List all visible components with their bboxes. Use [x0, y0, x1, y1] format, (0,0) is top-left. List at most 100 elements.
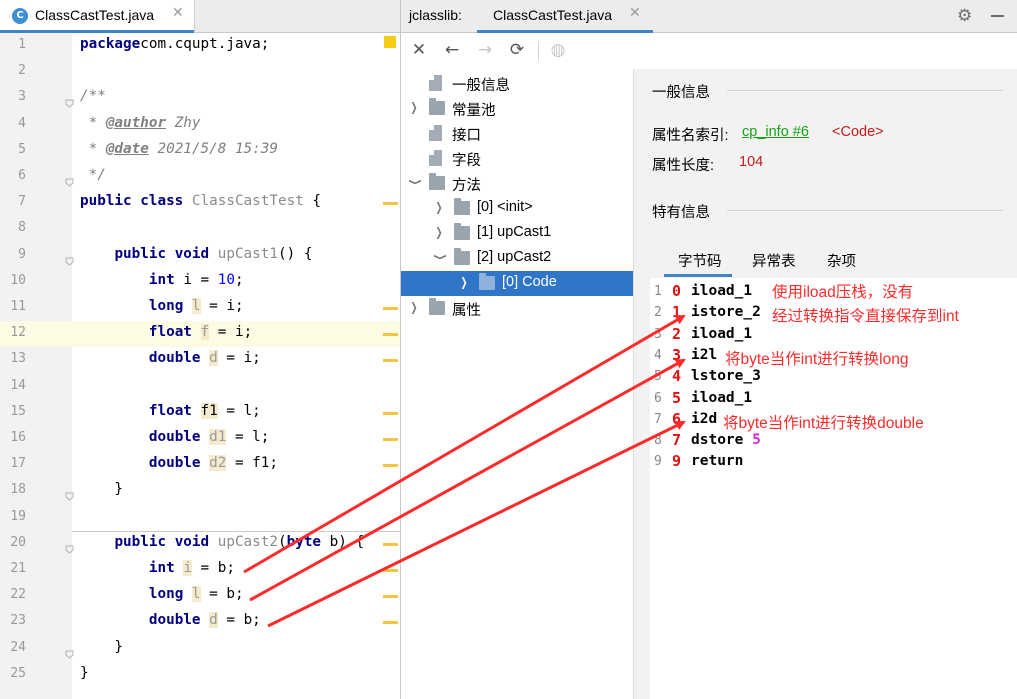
jclasslib-tab-classcasttest[interactable]: ClassCastTest.java ✕	[477, 0, 653, 33]
tree-node-label: 方法	[452, 178, 481, 194]
code-token: = i;	[217, 350, 261, 367]
code-line[interactable]: 9 public void upCast1() {	[0, 243, 400, 269]
code-line[interactable]: 14	[0, 374, 400, 400]
warning-stripe-marker[interactable]	[383, 569, 398, 572]
line-number: 23	[10, 613, 26, 629]
warning-stripe-marker[interactable]	[383, 621, 398, 625]
code-line[interactable]: 1 packagecom.cqupt.java;	[0, 33, 400, 59]
code-line[interactable]: 19	[0, 505, 400, 531]
code-token: = b;	[217, 612, 261, 629]
code-line[interactable]: 5 * @date 2021/5/8 15:39	[0, 138, 400, 164]
code-line[interactable]: 21 int i = b;	[0, 557, 400, 583]
tab-exception-table[interactable]: 异常表	[752, 250, 796, 271]
tree-node[interactable]: ❮ 方法	[401, 171, 633, 196]
cp-info-link[interactable]: cp_info #6	[742, 124, 809, 140]
chevron-down-icon[interactable]: ❮	[407, 178, 421, 185]
bytecode-row[interactable]: 6 5 iload_1	[650, 389, 1017, 410]
fold-toggle-icon[interactable]	[65, 539, 74, 554]
code-token: com.cqupt.java;	[140, 36, 270, 52]
code-line[interactable]: 8	[0, 216, 400, 242]
close-icon[interactable]: ✕	[629, 5, 641, 21]
code-token: }	[80, 664, 89, 681]
warning-stripe-marker[interactable]	[383, 542, 398, 546]
jclasslib-panel: jclasslib: ClassCastTest.java ✕ ⚙ ✕ ← → …	[401, 0, 1017, 699]
code-line[interactable]: 16 double d1 = l;	[0, 426, 400, 452]
bytecode-listing[interactable]: 1 0 iload_1 2 1 istore_2 3 2 iload_1 4 3 i2l 5 4 lstor…	[650, 278, 1017, 699]
code-line[interactable]: 10 int i = 10;	[0, 269, 400, 295]
tab-misc[interactable]: 杂项	[827, 250, 856, 271]
tree-node[interactable]: 字段	[401, 146, 633, 171]
code-line[interactable]: 15 float f1 = l;	[0, 400, 400, 426]
code-line[interactable]: 20 public void upCast2(byte b) {	[0, 531, 400, 557]
warning-stripe-marker[interactable]	[383, 464, 398, 468]
tree-node[interactable]: ❯ 常量池	[401, 96, 633, 121]
code-line[interactable]: 7 public class ClassCastTest {	[0, 190, 400, 216]
fold-toggle-icon[interactable]	[65, 172, 74, 187]
code-token: = l;	[226, 429, 270, 445]
code-line[interactable]: 4 * @author Zhy	[0, 112, 400, 138]
warning-stripe-marker[interactable]	[383, 307, 398, 310]
warning-stripe-marker[interactable]	[383, 333, 398, 337]
gear-icon[interactable]: ⚙	[957, 6, 972, 26]
chevron-right-icon[interactable]: ❯	[461, 275, 468, 289]
bytecode-row[interactable]: 9 9 return	[650, 452, 1017, 473]
bytecode-row[interactable]: 8 7 dstore 5	[650, 431, 1017, 452]
tab-bytecode[interactable]: 字节码	[678, 250, 722, 271]
code-line[interactable]: 6 */	[0, 164, 400, 190]
close-icon[interactable]: ✕	[408, 39, 430, 61]
forward-arrow-icon[interactable]: →	[474, 39, 496, 61]
refresh-icon[interactable]: ⟳	[506, 39, 528, 61]
warning-stripe-marker[interactable]	[383, 595, 398, 599]
tree-node[interactable]: 一般信息	[401, 71, 633, 96]
code-token: double	[148, 350, 210, 367]
chevron-down-icon[interactable]: ❮	[432, 253, 446, 260]
code-line[interactable]: 23 double d = b;	[0, 609, 400, 635]
tree-node[interactable]: 接口	[401, 121, 633, 146]
code-line[interactable]: 13 double d = i;	[0, 347, 400, 373]
code-line[interactable]: 3 /**	[0, 85, 400, 111]
tree-node[interactable]: ❯ [0] Code	[401, 271, 633, 296]
opcode-text: istore_2	[691, 304, 761, 321]
bytecode-row[interactable]: 3 2 iload_1	[650, 325, 1017, 346]
editor-tab-classcasttest[interactable]: C ClassCastTest.java ✕	[0, 0, 195, 33]
fold-toggle-icon[interactable]	[65, 644, 74, 659]
line-number: 15	[10, 403, 26, 419]
tree-node[interactable]: ❮ [2] upCast2	[401, 246, 633, 271]
code-text: long l = b;	[80, 586, 244, 603]
code-line[interactable]: 17 double d2 = f1;	[0, 452, 400, 478]
general-info-title: 一般信息	[652, 85, 710, 101]
tree-node[interactable]: ❯ [1] upCast1	[401, 221, 633, 246]
chevron-right-icon[interactable]: ❯	[411, 100, 418, 114]
chevron-right-icon[interactable]: ❯	[411, 300, 418, 314]
code-line[interactable]: 25}	[0, 662, 400, 688]
warning-stripe-marker[interactable]	[383, 411, 398, 415]
code-line[interactable]: 18 }	[0, 478, 400, 504]
code-line[interactable]: 2	[0, 59, 400, 85]
code-line[interactable]: 24 }	[0, 636, 400, 662]
chevron-right-icon[interactable]: ❯	[436, 225, 443, 239]
code-line[interactable]: 12 float f = i;	[0, 321, 400, 348]
warning-marker-icon[interactable]	[384, 36, 396, 48]
tree-node[interactable]: ❯ [0] <init>	[401, 196, 633, 221]
code-line[interactable]: 11 long l = i;	[0, 295, 400, 321]
line-number: 24	[10, 639, 26, 655]
warning-stripe-marker[interactable]	[383, 359, 398, 363]
tree-node[interactable]: ❯ 属性	[401, 296, 633, 321]
fold-toggle-icon[interactable]	[65, 251, 74, 266]
class-structure-tree[interactable]: 一般信息 ❯ 常量池 接口 字段 ❮ 方法 ❯ [0] <init> ❯ [1] upCast1 ❮ […	[401, 69, 634, 699]
fold-toggle-icon[interactable]	[65, 93, 74, 109]
warning-stripe-marker[interactable]	[383, 202, 398, 206]
close-icon[interactable]: ✕	[172, 5, 184, 21]
minimize-icon[interactable]	[991, 15, 1004, 17]
chevron-right-icon[interactable]: ❯	[436, 200, 443, 214]
code-editor[interactable]: C ClassCastTest.java ✕ 1 packagecom.cqupt…	[0, 0, 401, 699]
back-arrow-icon[interactable]: ←	[441, 39, 463, 61]
web-icon[interactable]: ◍	[547, 39, 569, 61]
warning-stripe-marker[interactable]	[383, 438, 398, 441]
code-line[interactable]: 22 long l = b;	[0, 583, 400, 609]
fold-toggle-icon[interactable]	[65, 486, 74, 502]
bytecode-row[interactable]: 5 4 lstore_3	[650, 367, 1017, 388]
code-area[interactable]: 1 packagecom.cqupt.java; 2 3/** 4 * @author …	[0, 33, 400, 699]
